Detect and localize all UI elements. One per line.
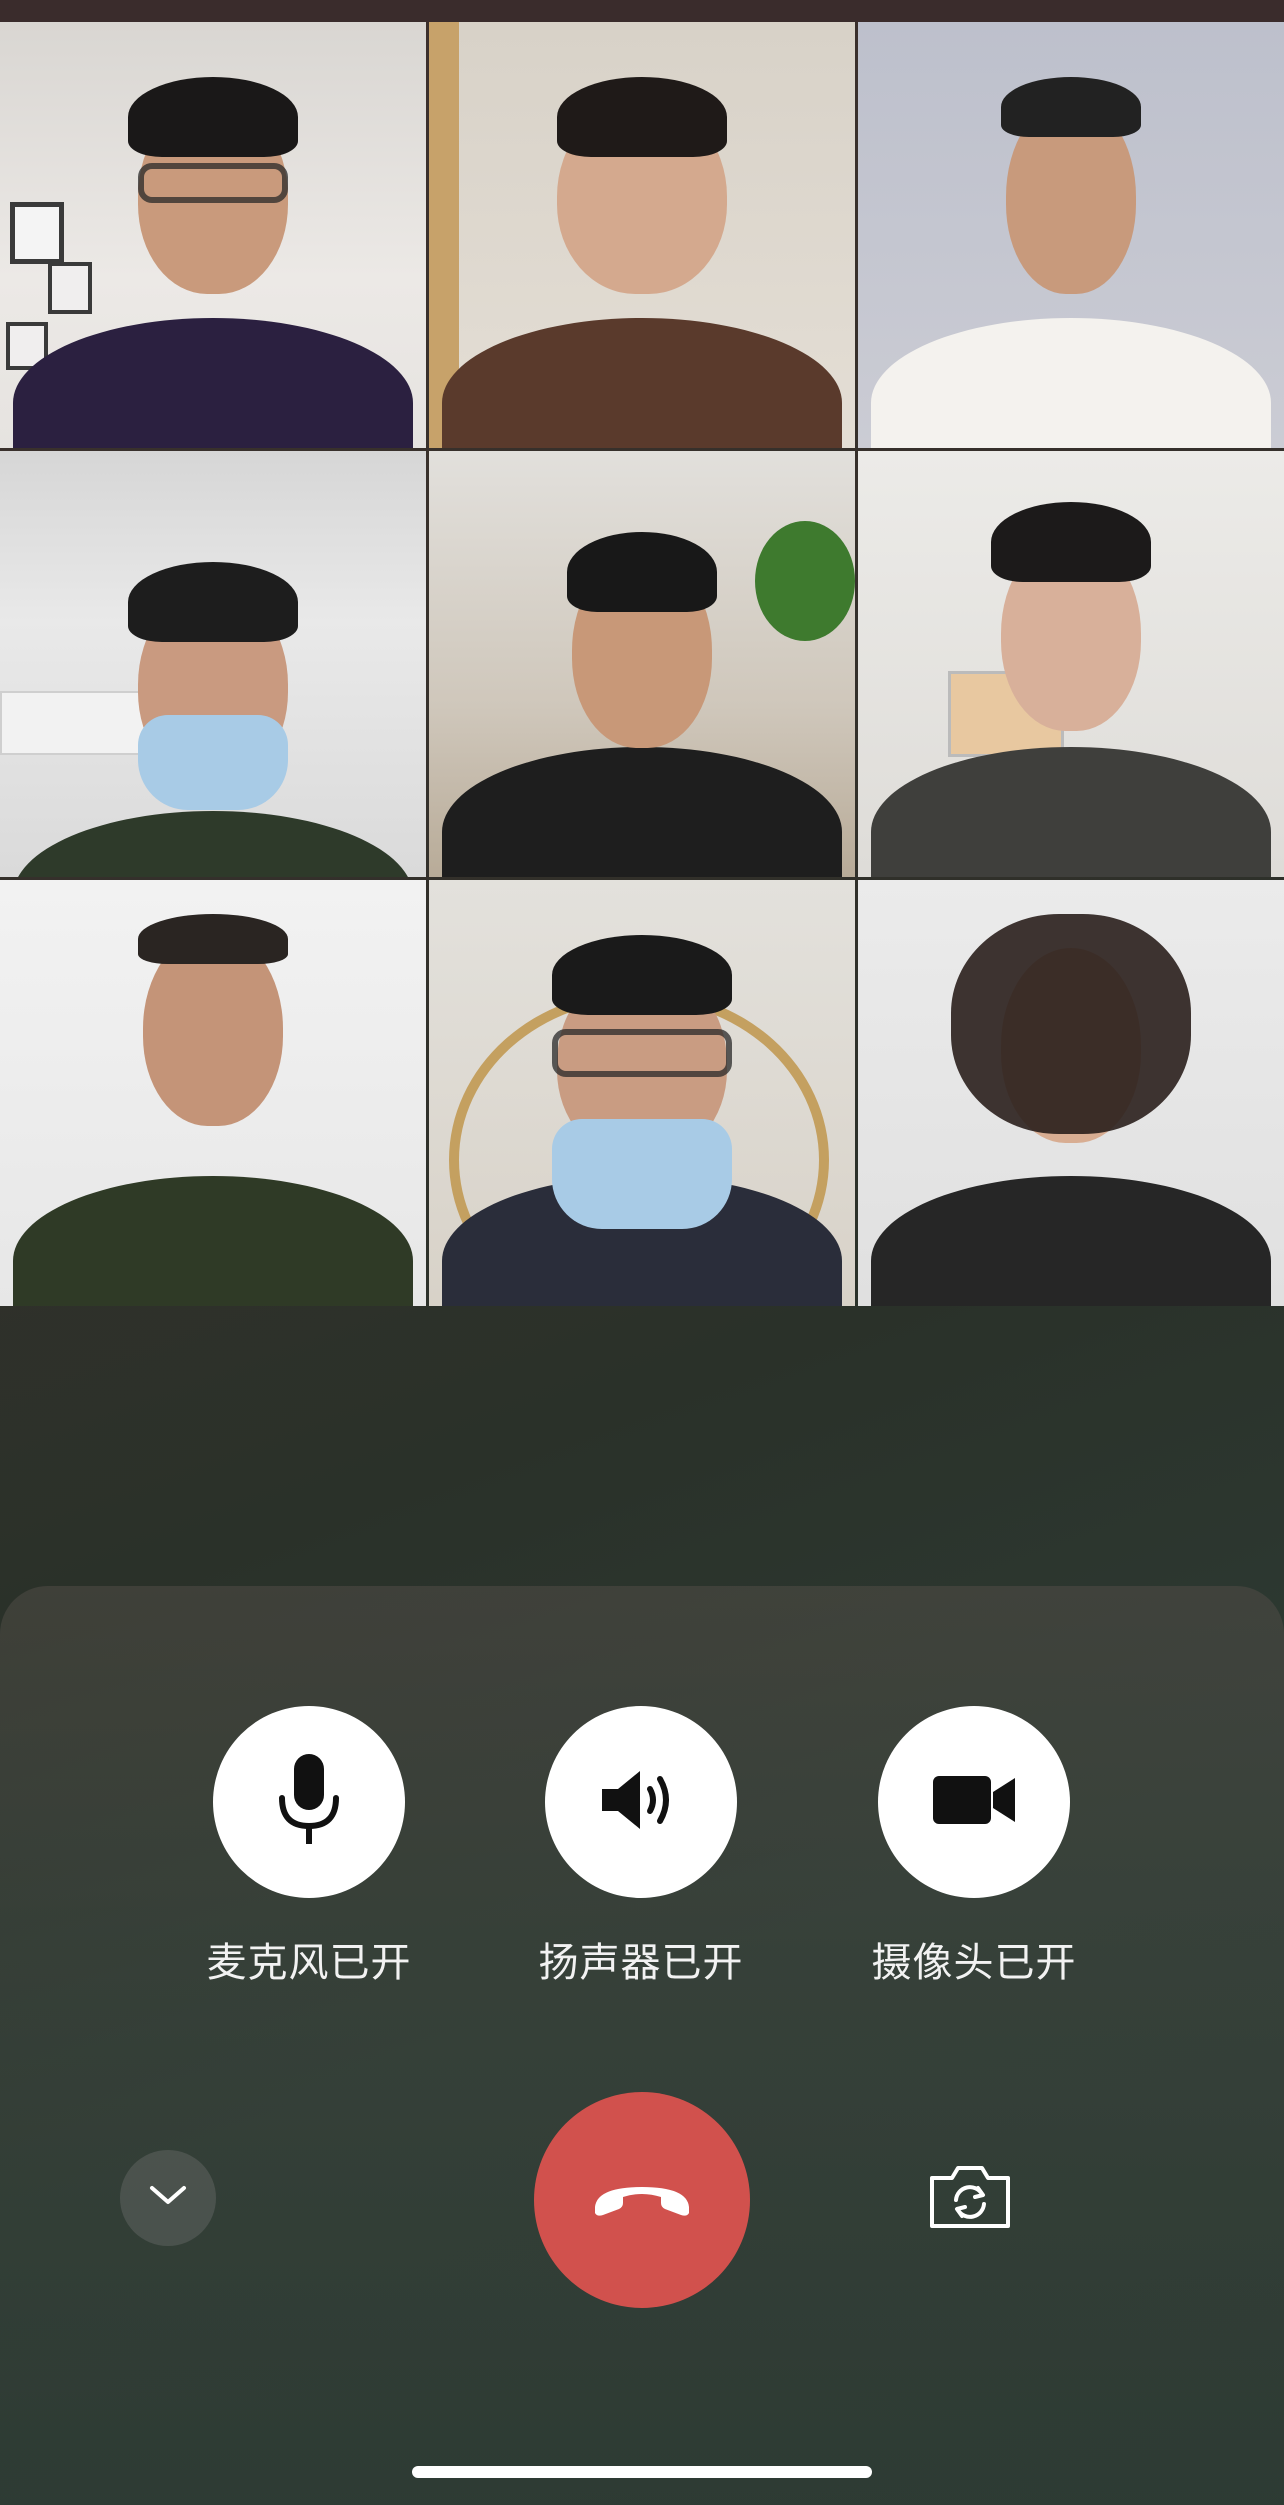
collapse-button[interactable]	[120, 2150, 216, 2246]
hangup-button[interactable]	[534, 2092, 750, 2308]
participant-video-9[interactable]	[858, 880, 1284, 1306]
camera-toggle-button[interactable]	[878, 1706, 1070, 1898]
speaker-icon	[596, 1765, 686, 1839]
camera-icon	[929, 1770, 1019, 1834]
home-indicator[interactable]	[412, 2466, 872, 2478]
participant-video-1[interactable]	[0, 22, 426, 448]
speaker-status-label: 扬声器已开	[538, 1940, 744, 1986]
wall-frame	[48, 262, 92, 314]
person-hair	[991, 502, 1151, 583]
person-hair	[557, 77, 727, 158]
participant-video-3[interactable]	[858, 22, 1284, 448]
person-hair	[128, 77, 298, 158]
plant	[755, 521, 855, 641]
video-grid	[0, 22, 1284, 1308]
status-strip	[0, 0, 1284, 22]
participant-video-6[interactable]	[858, 451, 1284, 877]
person-hair	[567, 531, 717, 612]
glasses	[138, 162, 288, 203]
microphone-status-label: 麦克风已开	[206, 1940, 412, 1986]
participant-video-4[interactable]	[0, 451, 426, 877]
person-hair	[1001, 77, 1141, 138]
camera-flip-icon	[926, 2160, 1014, 2236]
phone-hangup-icon	[587, 2173, 697, 2227]
person-hair	[138, 914, 288, 965]
microphone-toggle-button[interactable]	[213, 1706, 405, 1898]
microphone-icon	[274, 1750, 344, 1854]
chevron-down-icon	[148, 2184, 188, 2212]
glasses	[552, 1029, 732, 1078]
speaker-toggle-button[interactable]	[545, 1706, 737, 1898]
participant-video-5[interactable]	[429, 451, 855, 877]
flip-camera-button[interactable]	[922, 2150, 1018, 2246]
person-hair	[552, 935, 732, 1016]
video-backdrop	[0, 1308, 1284, 1588]
wall-frame	[10, 202, 64, 264]
person-hair	[128, 561, 298, 642]
face-mask	[552, 1118, 732, 1229]
participant-video-2[interactable]	[429, 22, 855, 448]
participant-video-7[interactable]	[0, 880, 426, 1306]
person-hair	[951, 914, 1191, 1135]
air-conditioner	[0, 691, 154, 755]
face-mask	[138, 715, 288, 811]
camera-status-label: 摄像头已开	[871, 1940, 1077, 1986]
participant-video-8[interactable]	[429, 880, 855, 1306]
